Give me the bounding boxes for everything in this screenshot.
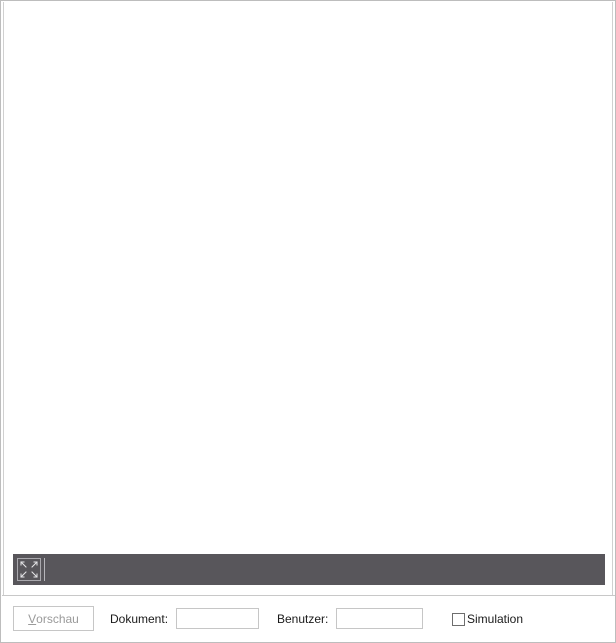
- simulation-checkbox[interactable]: [452, 613, 465, 626]
- preview-toolbar: [13, 554, 605, 585]
- preview-button-mnemonic: V: [28, 611, 37, 626]
- document-preview-area: [3, 2, 613, 595]
- simulation-label[interactable]: Simulation: [467, 612, 523, 626]
- toolbar-separator: [44, 558, 45, 581]
- expand-arrows-icon: [20, 561, 38, 578]
- user-label: Benutzer:: [277, 612, 329, 626]
- fullscreen-button[interactable]: [17, 558, 41, 581]
- user-field[interactable]: [336, 608, 423, 629]
- preview-button-label: orschau: [36, 611, 79, 626]
- print-preview-window: Vorschau Dokument: Benutzer: Simulation: [0, 0, 616, 643]
- document-label: Dokument:: [110, 612, 169, 626]
- bottom-bar: Vorschau Dokument: Benutzer: Simulation: [2, 596, 615, 642]
- document-field[interactable]: [176, 608, 259, 629]
- preview-button[interactable]: Vorschau: [13, 606, 94, 631]
